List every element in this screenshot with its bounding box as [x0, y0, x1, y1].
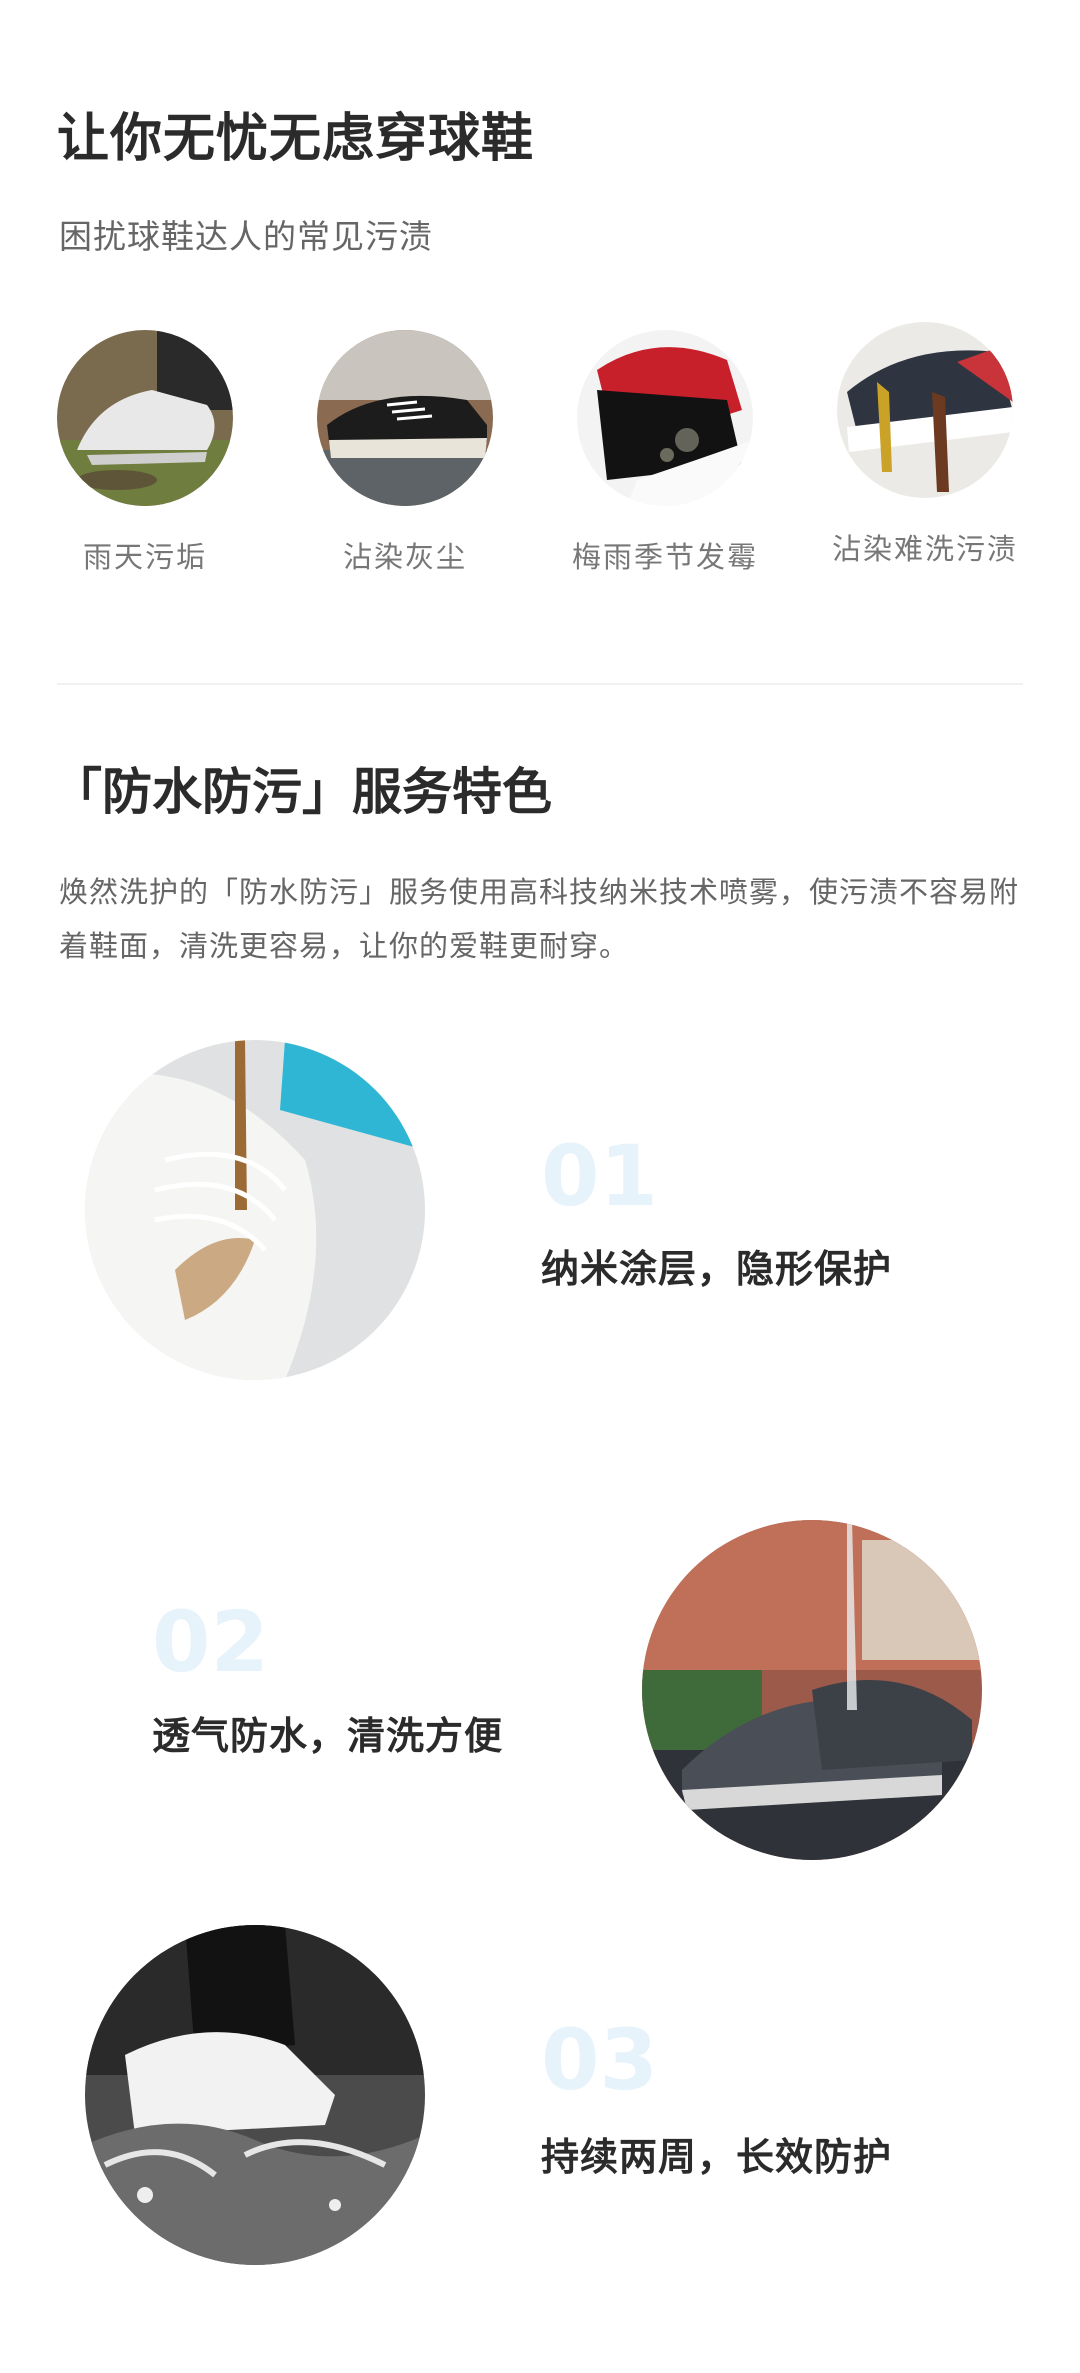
moldy-sneaker-photo [577, 330, 753, 506]
section-divider [57, 683, 1023, 685]
stain-item-rain-dirt: 雨天污垢 [25, 330, 265, 576]
feature-number: 02 [152, 1593, 269, 1691]
coffee-spill-sneaker-photo [85, 1040, 425, 1380]
dusty-sneaker-photo [317, 330, 493, 506]
feature-number: 03 [541, 2011, 658, 2109]
puddle-splash-sneaker-photo [85, 1925, 425, 2265]
feature-title: 持续两周，长效防护 [541, 2135, 893, 2179]
page-title: 让你无忧无虑穿球鞋 [57, 109, 535, 169]
stain-item-hard-stain: 沾染难洗污渍 [805, 322, 1045, 568]
stain-item-dust: 沾染灰尘 [285, 330, 525, 576]
feature-number: 01 [541, 1127, 658, 1225]
stain-label: 梅雨季节发霉 [571, 540, 758, 574]
feature-title: 纳米涂层，隐形保护 [541, 1247, 893, 1291]
stain-label: 沾染难洗污渍 [831, 532, 1018, 566]
service-title: 「防水防污」服务特色 [52, 763, 552, 821]
feature-title: 透气防水，清洗方便 [152, 1714, 504, 1758]
muddy-sneaker-photo [57, 330, 233, 506]
page-subtitle: 困扰球鞋达人的常见污渍 [59, 217, 433, 256]
stain-item-mold: 梅雨季节发霉 [545, 330, 785, 576]
water-splash-sneaker-photo [642, 1520, 982, 1860]
stain-label: 雨天污垢 [82, 540, 207, 574]
service-description: 焕然洗护的「防水防污」服务使用高科技纳米技术喷雾，使污渍不容易附着鞋面，清洗更容… [59, 875, 1020, 963]
stain-label: 沾染灰尘 [342, 540, 467, 574]
stained-sneaker-photo [837, 322, 1013, 498]
